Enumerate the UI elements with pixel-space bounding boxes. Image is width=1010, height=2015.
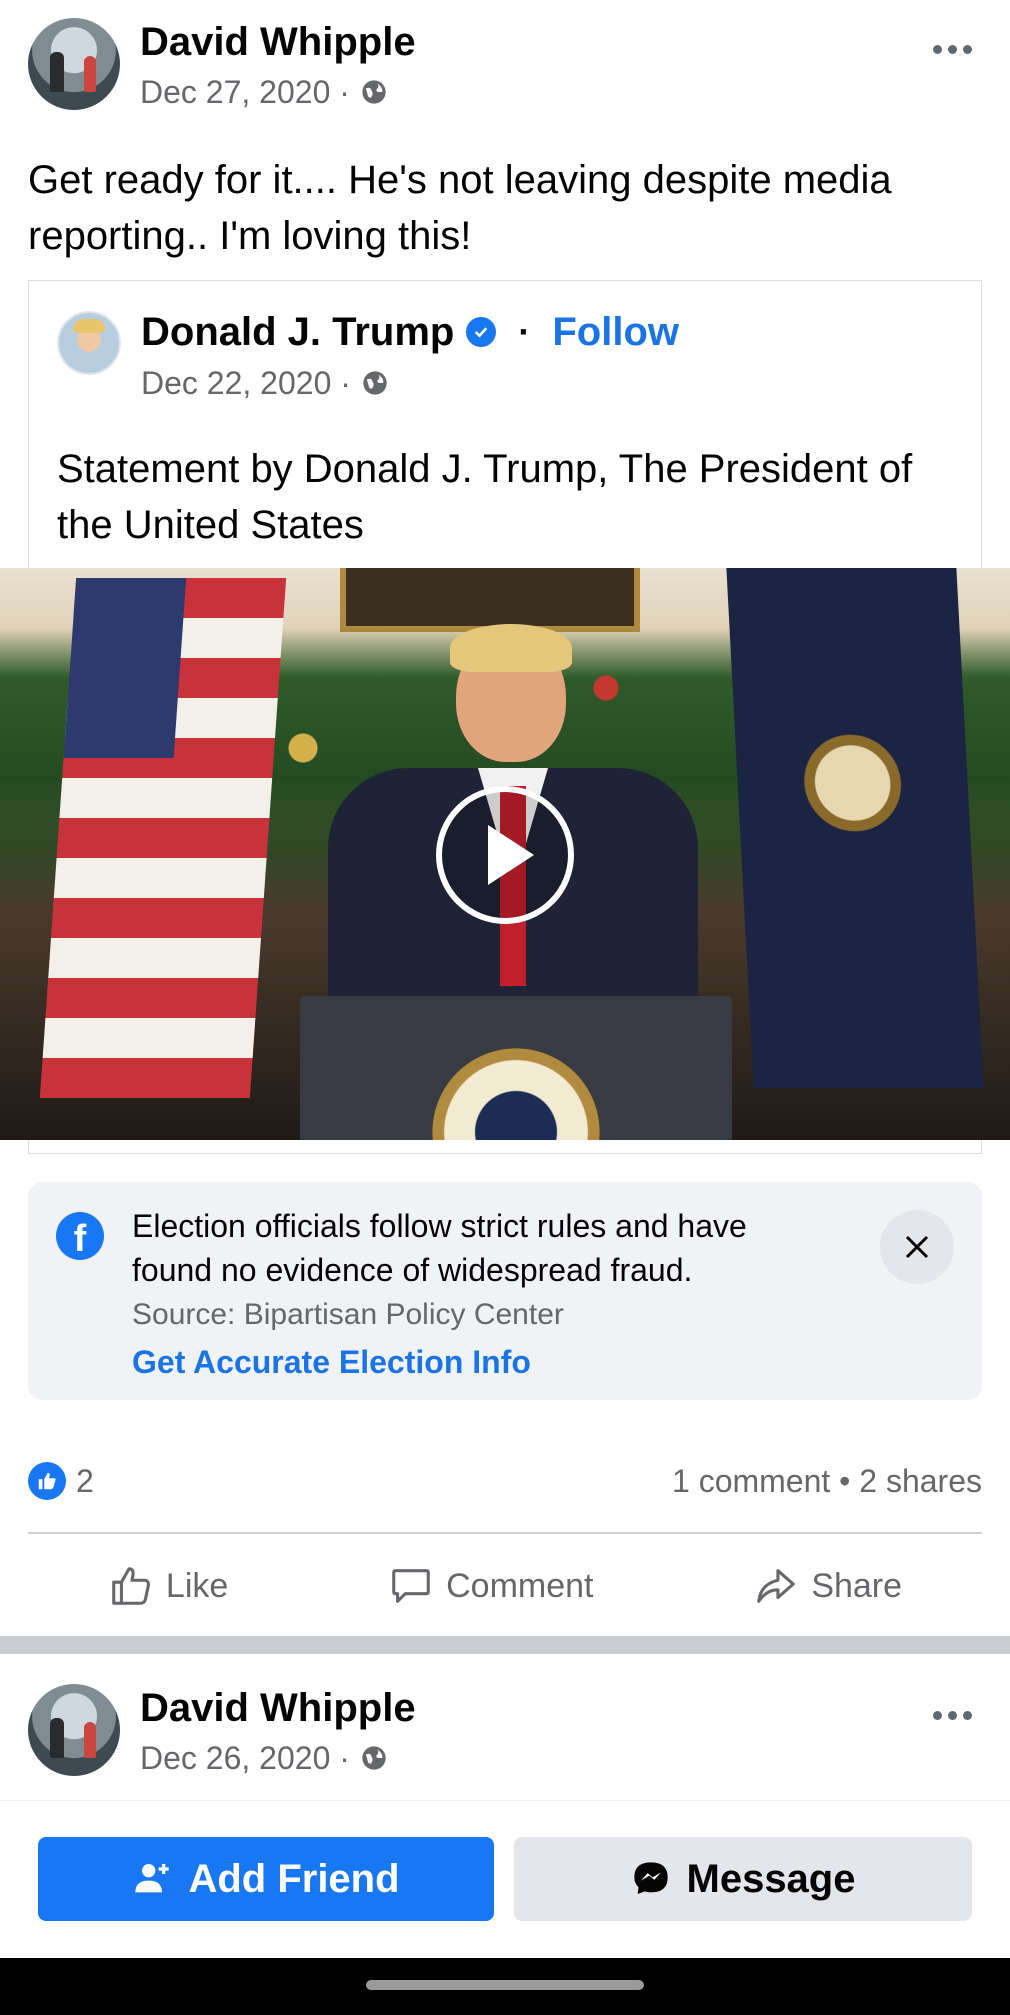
like-summary[interactable]: 2 bbox=[28, 1462, 94, 1500]
info-source: Source: Bipartisan Policy Center bbox=[132, 1298, 564, 1331]
post-meta: Dec 26, 2020 · bbox=[140, 1736, 388, 1780]
dot-icon bbox=[947, 1710, 957, 1720]
close-icon bbox=[905, 1235, 929, 1259]
share-icon bbox=[757, 1569, 796, 1603]
share-button[interactable]: Share bbox=[753, 1563, 902, 1609]
message-label: Message bbox=[686, 1856, 856, 1901]
video-thumbnail[interactable] bbox=[0, 568, 1010, 1140]
messenger-icon bbox=[633, 1862, 668, 1894]
globe-icon bbox=[363, 371, 387, 395]
message-button[interactable]: Message bbox=[514, 1837, 972, 1921]
reactions-row: 2 1 comment • 2 shares bbox=[28, 1456, 982, 1506]
facebook-logo-icon: f bbox=[56, 1212, 104, 1260]
presidential-flag bbox=[726, 568, 984, 1088]
profile-action-bar: Add Friend Message bbox=[0, 1800, 1010, 1956]
home-indicator[interactable] bbox=[366, 1980, 644, 1990]
post-date[interactable]: Dec 26, 2020 · bbox=[140, 1736, 350, 1780]
add-friend-button[interactable]: Add Friend bbox=[38, 1837, 494, 1921]
author-avatar[interactable] bbox=[28, 18, 120, 110]
like-reaction-icon bbox=[28, 1462, 66, 1500]
like-label: Like bbox=[165, 1566, 229, 1605]
comment-label: Comment bbox=[446, 1566, 594, 1605]
system-nav-bar bbox=[0, 1958, 1010, 2015]
name-separator: · bbox=[518, 311, 531, 352]
dot-icon bbox=[962, 1710, 972, 1720]
add-friend-label: Add Friend bbox=[188, 1856, 400, 1901]
shared-author-avatar[interactable] bbox=[57, 311, 121, 375]
shared-post-text: Statement by Donald J. Trump, The Presid… bbox=[57, 447, 913, 547]
action-bar: Like Comment Share bbox=[28, 1556, 982, 1616]
podium bbox=[300, 996, 732, 1140]
author-name[interactable]: David Whipple bbox=[140, 1684, 416, 1732]
dot-icon bbox=[962, 44, 972, 54]
like-count: 2 bbox=[76, 1462, 94, 1499]
election-info-card: f Election officials follow strict rules… bbox=[28, 1182, 982, 1400]
dot-icon bbox=[947, 44, 957, 54]
more-options-button[interactable] bbox=[922, 34, 982, 64]
share-label: Share bbox=[811, 1566, 903, 1605]
post-meta: Dec 27, 2020 · bbox=[140, 70, 388, 114]
shared-name-row: Donald J. Trump · Follow bbox=[141, 307, 679, 357]
author-avatar[interactable] bbox=[28, 1684, 120, 1776]
close-button[interactable] bbox=[880, 1210, 954, 1284]
shared-author-name[interactable]: Donald J. Trump bbox=[141, 307, 454, 357]
play-icon[interactable] bbox=[436, 786, 574, 924]
comment-icon bbox=[392, 1569, 430, 1603]
post-date[interactable]: Dec 27, 2020 · bbox=[140, 70, 350, 114]
add-friend-icon bbox=[135, 1864, 170, 1893]
american-flag bbox=[39, 578, 287, 1098]
like-button[interactable]: Like bbox=[108, 1563, 228, 1609]
comments-shares-count[interactable]: 1 comment • 2 shares bbox=[672, 1463, 982, 1500]
election-info-link[interactable]: Get Accurate Election Info bbox=[132, 1340, 531, 1384]
shared-post-date[interactable]: Dec 22, 2020 · bbox=[141, 361, 351, 405]
globe-icon bbox=[362, 1746, 386, 1770]
divider bbox=[28, 1532, 982, 1534]
dot-icon bbox=[932, 1710, 942, 1720]
presidential-seal bbox=[432, 1048, 600, 1140]
shared-post-meta: Dec 22, 2020 · bbox=[141, 361, 389, 405]
author-name[interactable]: David Whipple bbox=[140, 18, 416, 66]
post-text: Get ready for it.... He's not leaving de… bbox=[28, 158, 892, 258]
post-header: David Whipple Dec 27, 2020 · bbox=[28, 18, 982, 118]
feed-separator bbox=[0, 1636, 1010, 1654]
more-options-button[interactable] bbox=[922, 1700, 982, 1730]
globe-icon bbox=[362, 80, 386, 104]
next-post-header: David Whipple Dec 26, 2020 · bbox=[28, 1684, 982, 1784]
follow-button[interactable]: Follow bbox=[552, 307, 679, 357]
comment-button[interactable]: Comment bbox=[388, 1563, 593, 1609]
verified-badge-icon bbox=[466, 317, 497, 347]
thumbs-up-icon bbox=[112, 1567, 150, 1605]
info-message: Election officials follow strict rules a… bbox=[132, 1208, 747, 1288]
dot-icon bbox=[932, 44, 942, 54]
